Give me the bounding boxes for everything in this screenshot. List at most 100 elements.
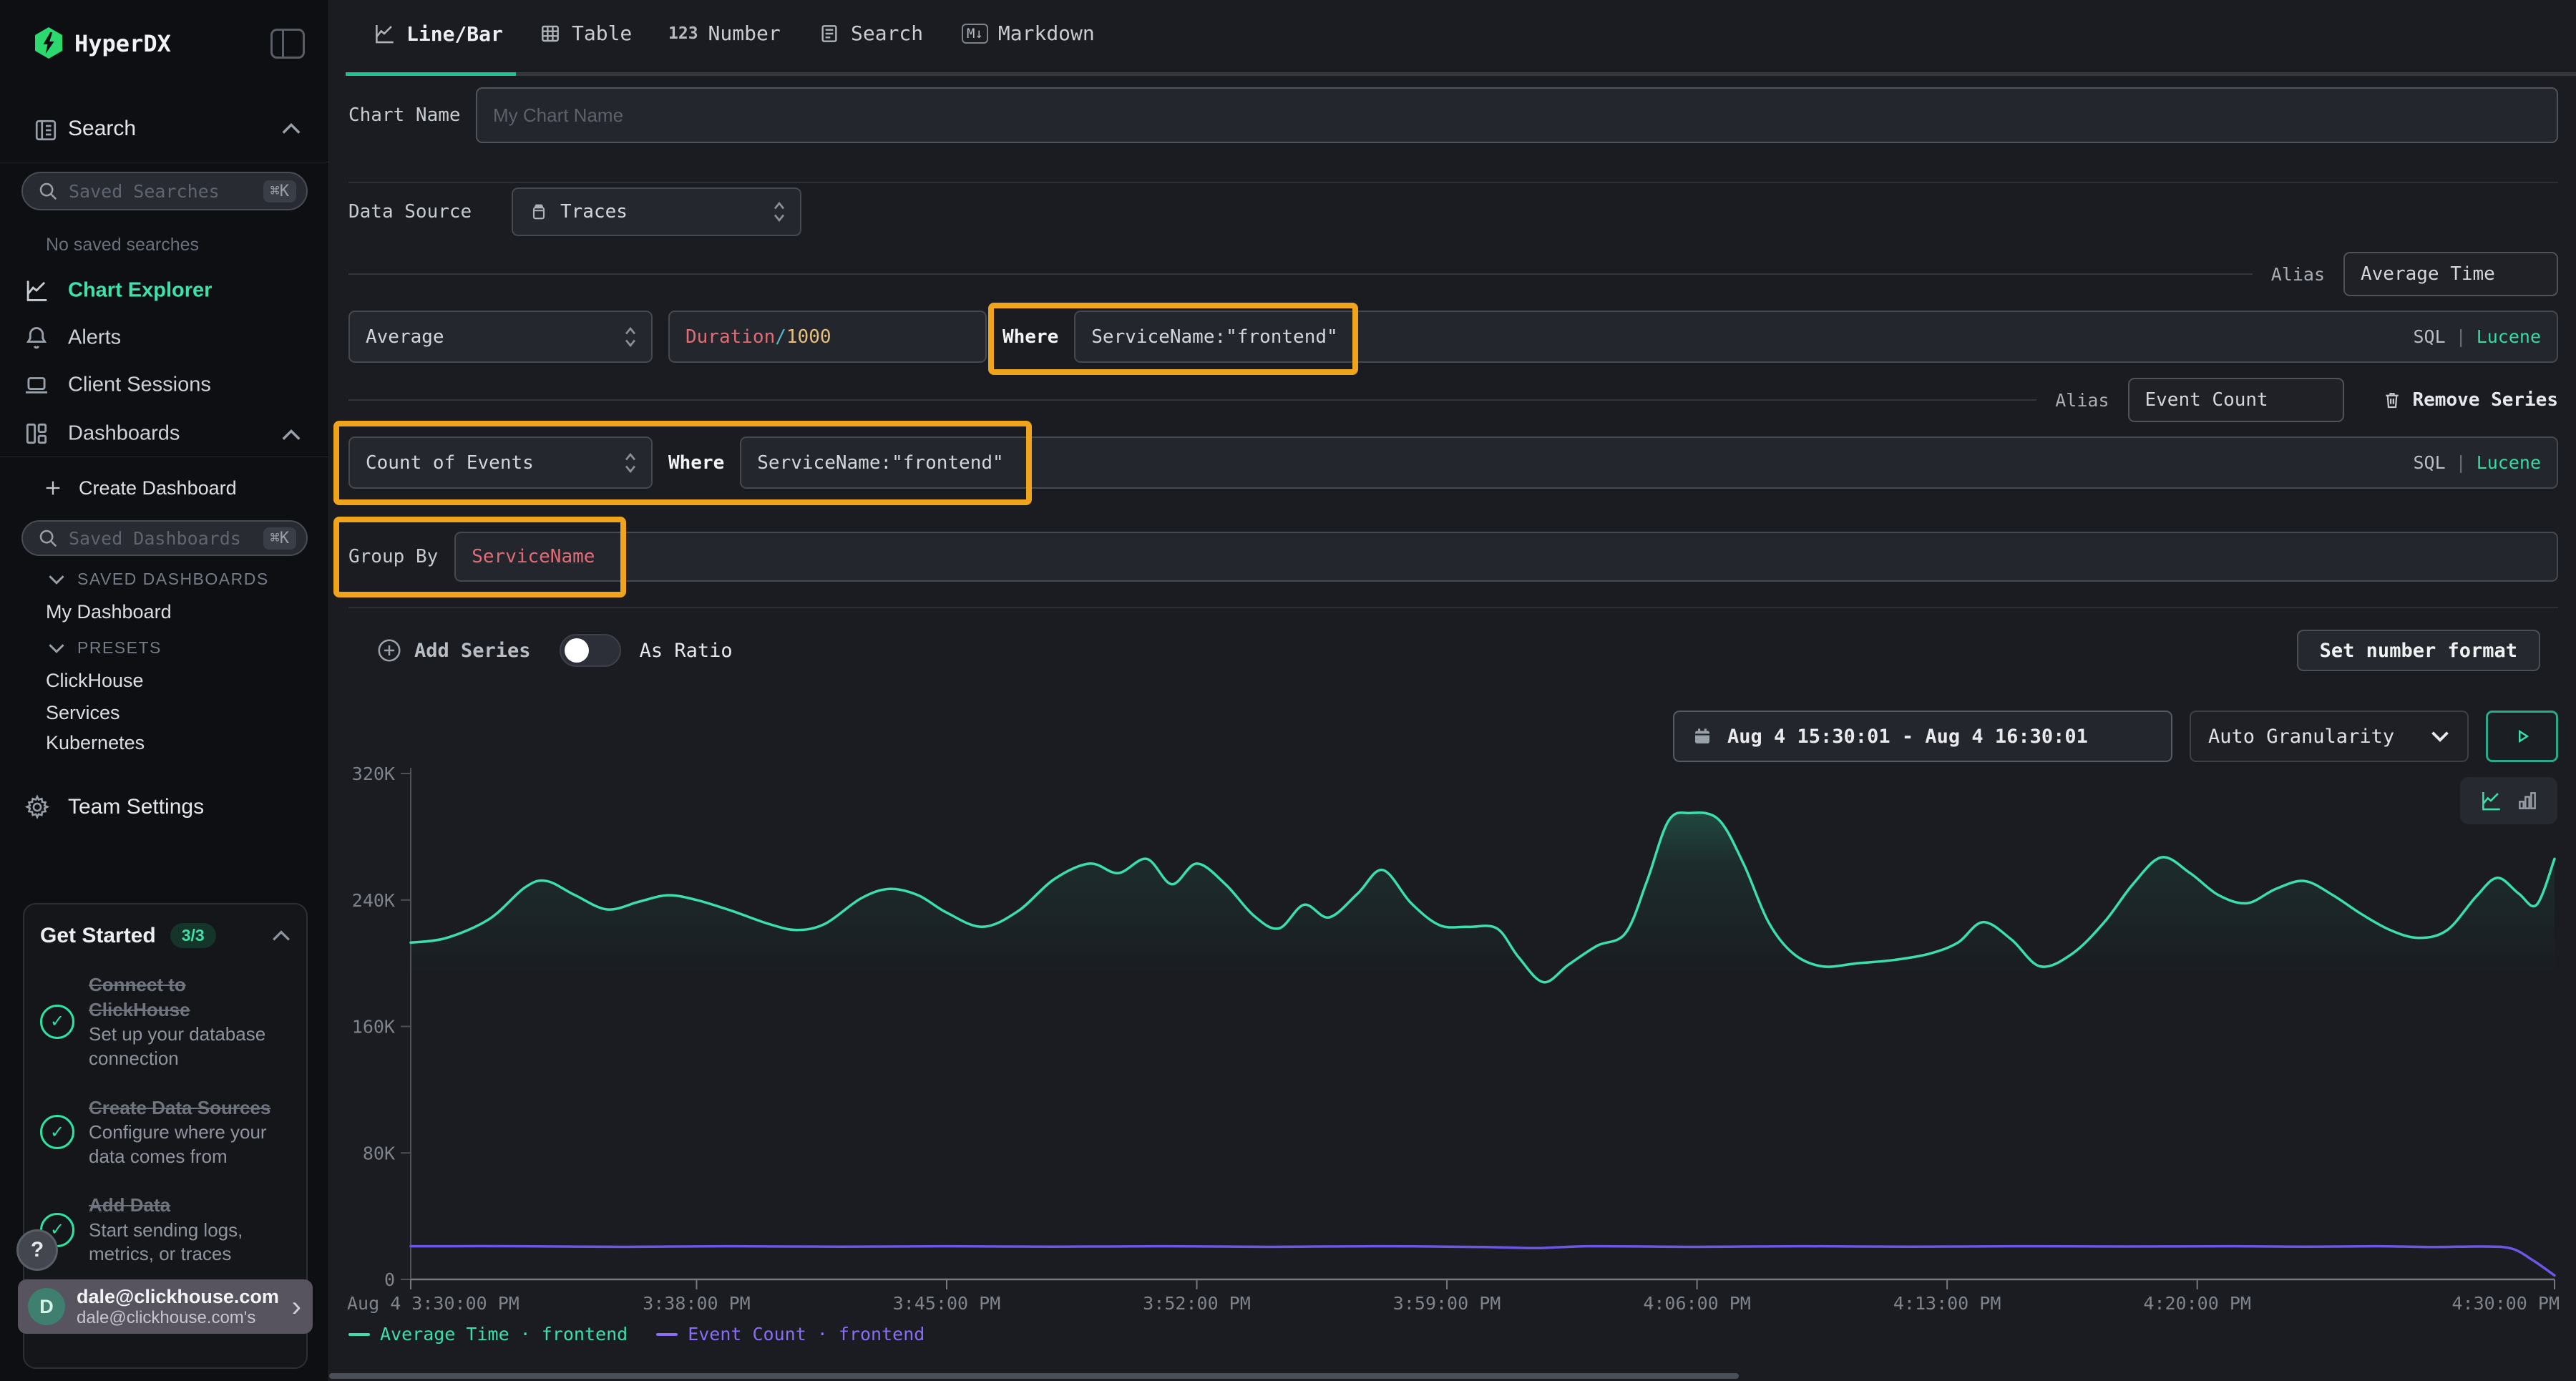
avatar: D [28,1288,65,1325]
sidebar-item-my-dashboard[interactable]: My Dashboard [46,601,172,623]
no-saved-searches-text: No saved searches [46,235,199,255]
search-icon [37,180,59,202]
set-number-format-button[interactable]: Set number format [2297,630,2540,671]
lucene-option[interactable]: Lucene [2477,326,2541,347]
chevron-down-icon [47,574,66,585]
sql-option[interactable]: SQL [2413,452,2445,473]
legend-item-average-time[interactable]: Average Time · frontend [348,1324,628,1345]
saved-dashboards-input[interactable]: Saved Dashboards ⌘K [21,520,308,556]
timeseries-chart[interactable]: 080K160K240K320KAug 4 3:30:00 PM3:38:00 … [329,751,2576,1324]
get-started-progress-badge: 3/3 [170,923,216,948]
alias-label: Alias [2271,264,2325,285]
svg-text:4:06:00 PM: 4:06:00 PM [1643,1293,1751,1314]
group-by-label: Group By [348,546,438,567]
query-language-switch[interactable]: SQL|Lucene [2413,326,2541,347]
data-source-select[interactable]: Traces [512,187,801,236]
line-chart-icon [372,21,396,46]
remove-series-button[interactable]: Remove Series [2381,389,2559,411]
tab-table[interactable]: Table [539,21,632,45]
checklist-item-datasources[interactable]: ✓ Create Data Sources Configure where yo… [40,1095,292,1169]
add-series-button[interactable]: Add Series [376,637,531,664]
shortcut-badge: ⌘K [263,180,297,202]
saved-dashboards-header[interactable]: SAVED DASHBOARDS [47,570,269,589]
chevron-up-icon[interactable] [270,929,292,942]
divider [348,273,2253,275]
create-dashboard-button[interactable]: Create Dashboard [43,472,237,504]
chart-name-input[interactable] [476,87,2558,143]
tab-line-bar[interactable]: Line/Bar [372,21,503,46]
sidebar-item-services[interactable]: Services [46,702,120,724]
tab-search[interactable]: Search [818,21,923,45]
tab-number[interactable]: 123 Number [668,21,781,45]
series1-aggfn-select[interactable]: Average [348,311,653,363]
select-chevrons-icon [771,201,787,223]
horizontal-scrollbar[interactable] [329,1373,1739,1379]
line-chart-icon [23,277,50,304]
series1-row: Average Duration/1000 Where ServiceName:… [348,311,2558,363]
checklist-title: Add Data [89,1194,170,1216]
create-dashboard-label: Create Dashboard [79,477,237,499]
nav-label: Alerts [68,326,121,350]
sidebar-section-search[interactable]: Search [0,112,329,149]
checklist-item-adddata[interactable]: ✓ Add Data Start sending logs, metrics, … [40,1193,292,1267]
svg-text:240K: 240K [352,890,395,911]
series2-aggfn-select[interactable]: Count of Events [348,436,653,489]
group-by-row: Group By ServiceName [348,532,2558,582]
sidebar-item-client-sessions[interactable]: Client Sessions [0,365,329,405]
dashboard-grid-icon [23,420,50,447]
saved-searches-input[interactable]: Saved Searches ⌘K [21,172,308,210]
data-source-row: Data Source Traces [348,187,2558,236]
series1-where-input[interactable]: ServiceName:"frontend" SQL|Lucene [1074,311,2558,363]
series2-alias-input[interactable]: Event Count [2128,378,2344,422]
sidebar-collapse-button[interactable] [270,29,305,59]
gear-icon [24,794,51,821]
series2-where-input[interactable]: ServiceName:"frontend" SQL|Lucene [740,436,2558,489]
lucene-option[interactable]: Lucene [2477,452,2541,473]
svg-text:80K: 80K [363,1143,395,1163]
table-icon [539,22,562,45]
sidebar-item-team-settings[interactable]: Team Settings [24,789,204,826]
as-ratio-toggle[interactable] [560,634,621,667]
sidebar: HyperDX Search Saved Searches ⌘K No save… [0,0,329,1381]
number-123-icon: 123 [668,24,698,43]
checklist-desc: Set up your database connection [89,1023,265,1069]
markdown-icon: M↓ [962,24,988,44]
svg-text:3:59:00 PM: 3:59:00 PM [1393,1293,1501,1314]
query-language-switch[interactable]: SQL|Lucene [2413,452,2541,473]
nav-label: Dashboards [68,422,180,446]
log-list-icon [818,22,841,45]
sidebar-item-chart-explorer[interactable]: Chart Explorer [0,270,329,311]
divider [348,182,2558,183]
sidebar-item-dashboards[interactable]: Dashboards [0,414,329,454]
series1-alias-row: Alias Average Time [348,252,2558,296]
sidebar-item-alerts[interactable]: Alerts [0,318,329,358]
chart-type-toggle[interactable] [2460,777,2557,824]
sidebar-item-kubernetes[interactable]: Kubernetes [46,732,145,754]
chevron-up-icon[interactable] [280,122,302,136]
svg-text:160K: 160K [352,1017,395,1038]
series1-alias-input[interactable]: Average Time [2343,252,2558,296]
series2-alias-row: Alias Event Count Remove Series [348,378,2558,422]
nav-label: Chart Explorer [68,279,212,303]
play-icon [2512,726,2533,747]
sidebar-item-clickhouse[interactable]: ClickHouse [46,670,144,692]
tab-markdown[interactable]: M↓ Markdown [962,21,1095,45]
series1-field-input[interactable]: Duration/1000 [668,311,987,363]
checklist-item-connect[interactable]: ✓ Connect to ClickHouse Set up your data… [40,972,292,1071]
shortcut-badge: ⌘K [263,527,297,550]
hyperdx-logo-icon [31,26,66,60]
legend-item-event-count[interactable]: Event Count · frontend [656,1324,924,1345]
where-label: Where [1002,326,1058,348]
sql-option[interactable]: SQL [2413,326,2445,347]
chevron-up-icon[interactable] [280,428,302,442]
search-section-label: Search [68,117,136,141]
help-button[interactable]: ? [16,1229,58,1271]
presets-header[interactable]: PRESETS [47,638,162,658]
user-menu[interactable]: D dale@clickhouse.com dale@clickhouse.co… [18,1279,313,1334]
group-by-input[interactable]: ServiceName [454,532,2558,582]
line-chart-icon[interactable] [2479,789,2503,813]
main-panel: Line/Bar Table 123 Number Search M↓ Mark… [329,0,2576,1381]
tabs-underline-track [346,72,2576,76]
trash-icon [2381,389,2403,411]
bar-chart-icon[interactable] [2516,789,2539,812]
